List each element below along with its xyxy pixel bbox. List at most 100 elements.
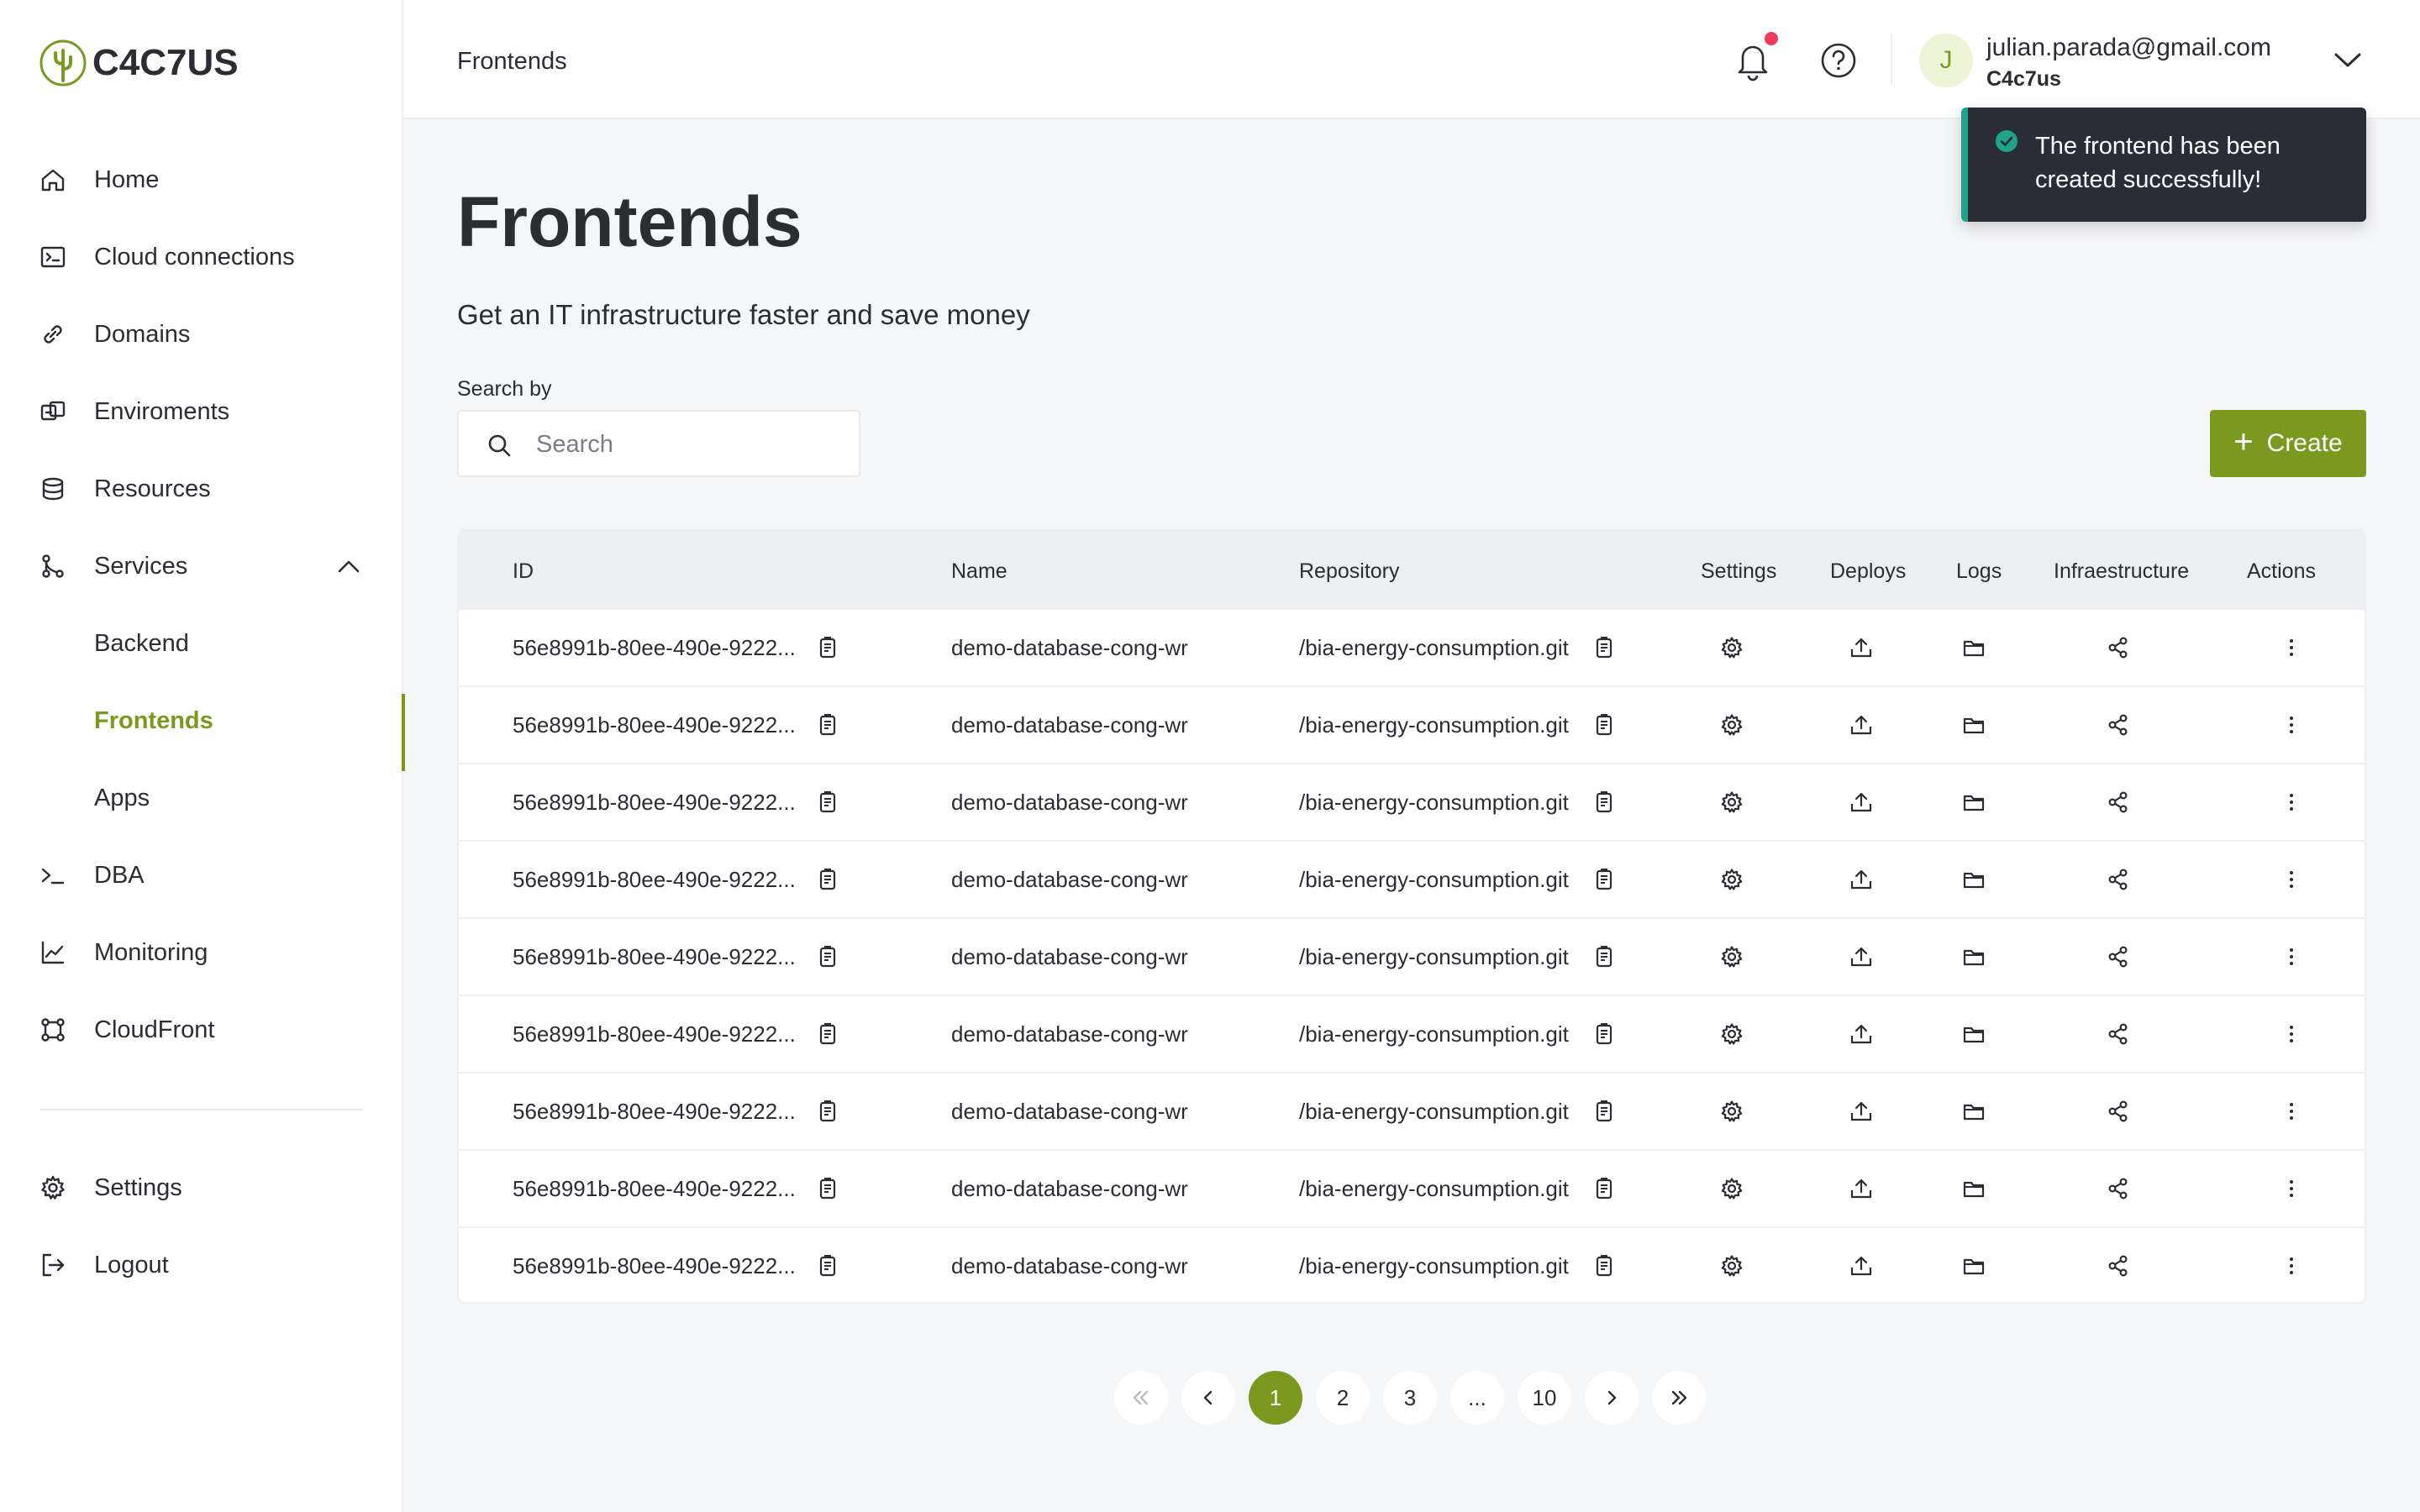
- last-page-icon[interactable]: [1652, 1371, 1706, 1425]
- settings-gear-icon[interactable]: [1719, 867, 1744, 892]
- deploy-upload-icon[interactable]: [1849, 867, 1874, 892]
- more-actions-icon[interactable]: [2279, 867, 2304, 892]
- infrastructure-share-icon[interactable]: [2106, 1099, 2131, 1124]
- copy-id-icon[interactable]: [815, 1253, 840, 1278]
- logs-folder-icon[interactable]: [1961, 944, 1986, 969]
- settings-gear-icon[interactable]: [1719, 635, 1744, 660]
- first-page-icon[interactable]: [1114, 1371, 1168, 1425]
- copy-id-icon[interactable]: [815, 1176, 840, 1201]
- copy-id-icon[interactable]: [815, 1099, 840, 1124]
- table-row[interactable]: 56e8991b-80ee-490e-9222... demo-database-…: [459, 1149, 2365, 1226]
- deploy-upload-icon[interactable]: [1849, 1021, 1874, 1047]
- copy-id-icon[interactable]: [815, 712, 840, 738]
- next-page-icon[interactable]: [1585, 1371, 1639, 1425]
- logs-folder-icon[interactable]: [1961, 1176, 1986, 1201]
- copy-id-icon[interactable]: [815, 790, 840, 815]
- settings-gear-icon[interactable]: [1719, 712, 1744, 738]
- table-row[interactable]: 56e8991b-80ee-490e-9222... demo-database-…: [459, 995, 2365, 1072]
- deploy-upload-icon[interactable]: [1849, 712, 1874, 738]
- copy-id-icon[interactable]: [815, 635, 840, 660]
- settings-gear-icon[interactable]: [1719, 944, 1744, 969]
- logs-folder-icon[interactable]: [1961, 1099, 1986, 1124]
- sidebar-item-logout[interactable]: Logout: [0, 1226, 403, 1304]
- sidebar-item-cloudfront[interactable]: CloudFront: [0, 991, 403, 1068]
- settings-gear-icon[interactable]: [1719, 1099, 1744, 1124]
- deploy-upload-icon[interactable]: [1849, 790, 1874, 815]
- sidebar-item-resources[interactable]: Resources: [0, 450, 403, 528]
- infrastructure-share-icon[interactable]: [2106, 1176, 2131, 1201]
- more-actions-icon[interactable]: [2279, 790, 2304, 815]
- copy-repository-icon[interactable]: [1591, 944, 1617, 969]
- help-icon[interactable]: [1820, 42, 1857, 79]
- deploy-upload-icon[interactable]: [1849, 1176, 1874, 1201]
- more-actions-icon[interactable]: [2279, 1099, 2304, 1124]
- table-row[interactable]: 56e8991b-80ee-490e-9222... demo-database-…: [459, 763, 2365, 840]
- search-input[interactable]: [536, 423, 847, 465]
- deploy-upload-icon[interactable]: [1849, 944, 1874, 969]
- more-actions-icon[interactable]: [2279, 712, 2304, 738]
- sidebar-item-enviroments[interactable]: Enviroments: [0, 373, 403, 450]
- infrastructure-share-icon[interactable]: [2106, 635, 2131, 660]
- deploy-upload-icon[interactable]: [1849, 1099, 1874, 1124]
- sidebar-item-frontends[interactable]: Frontends: [0, 682, 405, 771]
- sidebar-item-services[interactable]: Services: [0, 528, 403, 605]
- avatar[interactable]: J: [1919, 34, 1973, 87]
- logs-folder-icon[interactable]: [1961, 1253, 1986, 1278]
- brand-logo[interactable]: C4C7US: [39, 39, 239, 87]
- copy-repository-icon[interactable]: [1591, 635, 1617, 660]
- sidebar-item-apps[interactable]: Apps: [0, 759, 403, 837]
- more-actions-icon[interactable]: [2279, 1021, 2304, 1047]
- page-button[interactable]: 1: [1249, 1371, 1302, 1425]
- more-actions-icon[interactable]: [2279, 635, 2304, 660]
- settings-gear-icon[interactable]: [1719, 1253, 1744, 1278]
- settings-gear-icon[interactable]: [1719, 1021, 1744, 1047]
- search-box[interactable]: [457, 410, 860, 477]
- logs-folder-icon[interactable]: [1961, 1021, 1986, 1047]
- copy-id-icon[interactable]: [815, 1021, 840, 1047]
- infrastructure-share-icon[interactable]: [2106, 712, 2131, 738]
- page-button[interactable]: 3: [1383, 1371, 1437, 1425]
- copy-repository-icon[interactable]: [1591, 1099, 1617, 1124]
- previous-page-icon[interactable]: [1181, 1371, 1235, 1425]
- copy-id-icon[interactable]: [815, 867, 840, 892]
- sidebar-item-home[interactable]: Home: [0, 141, 403, 218]
- copy-id-icon[interactable]: [815, 944, 840, 969]
- settings-gear-icon[interactable]: [1719, 1176, 1744, 1201]
- sidebar-item-backend[interactable]: Backend: [0, 605, 403, 682]
- infrastructure-share-icon[interactable]: [2106, 790, 2131, 815]
- logs-folder-icon[interactable]: [1961, 867, 1986, 892]
- copy-repository-icon[interactable]: [1591, 790, 1617, 815]
- infrastructure-share-icon[interactable]: [2106, 1021, 2131, 1047]
- infrastructure-share-icon[interactable]: [2106, 867, 2131, 892]
- table-row[interactable]: 56e8991b-80ee-490e-9222... demo-database-…: [459, 840, 2365, 917]
- chevron-up-icon[interactable]: [336, 554, 361, 582]
- logs-folder-icon[interactable]: [1961, 790, 1986, 815]
- create-button[interactable]: + Create: [2210, 410, 2366, 477]
- copy-repository-icon[interactable]: [1591, 712, 1617, 738]
- more-actions-icon[interactable]: [2279, 944, 2304, 969]
- logs-folder-icon[interactable]: [1961, 635, 1986, 660]
- copy-repository-icon[interactable]: [1591, 867, 1617, 892]
- deploy-upload-icon[interactable]: [1849, 1253, 1874, 1278]
- settings-gear-icon[interactable]: [1719, 790, 1744, 815]
- sidebar-item-cloud-connections[interactable]: Cloud connections: [0, 218, 403, 296]
- logs-folder-icon[interactable]: [1961, 712, 1986, 738]
- deploy-upload-icon[interactable]: [1849, 635, 1874, 660]
- sidebar-item-dba[interactable]: DBA: [0, 837, 403, 914]
- table-row[interactable]: 56e8991b-80ee-490e-9222... demo-database-…: [459, 917, 2365, 995]
- table-row[interactable]: 56e8991b-80ee-490e-9222... demo-database-…: [459, 1072, 2365, 1149]
- infrastructure-share-icon[interactable]: [2106, 1253, 2131, 1278]
- infrastructure-share-icon[interactable]: [2106, 944, 2131, 969]
- sidebar-item-settings[interactable]: Settings: [0, 1149, 403, 1226]
- notification-bell-icon[interactable]: [1733, 39, 1773, 82]
- more-actions-icon[interactable]: [2279, 1253, 2304, 1278]
- copy-repository-icon[interactable]: [1591, 1021, 1617, 1047]
- more-actions-icon[interactable]: [2279, 1176, 2304, 1201]
- table-row[interactable]: 56e8991b-80ee-490e-9222... demo-database-…: [459, 685, 2365, 763]
- copy-repository-icon[interactable]: [1591, 1176, 1617, 1201]
- table-row[interactable]: 56e8991b-80ee-490e-9222... demo-database-…: [459, 608, 2365, 685]
- copy-repository-icon[interactable]: [1591, 1253, 1617, 1278]
- page-button[interactable]: 2: [1316, 1371, 1370, 1425]
- table-row[interactable]: 56e8991b-80ee-490e-9222... demo-database-…: [459, 1226, 2365, 1302]
- page-button[interactable]: 10: [1518, 1371, 1571, 1425]
